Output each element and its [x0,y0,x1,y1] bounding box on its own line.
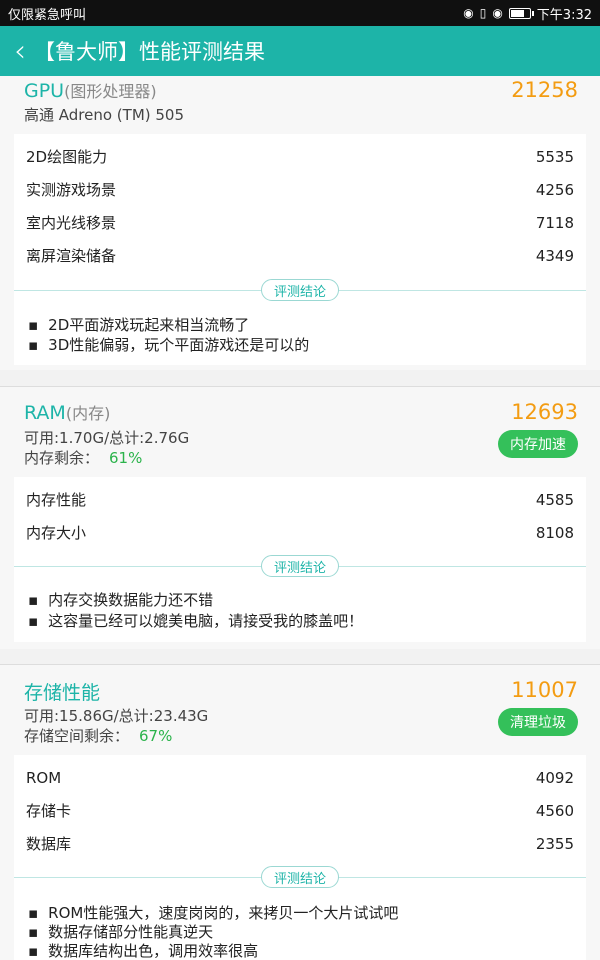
ram-title: RAM(内存) [24,400,110,424]
metric-name: ROM [26,768,62,787]
conclusion-item: 这容量已经可以媲美电脑，请接受我的膝盖吧！ [28,610,363,631]
ram-capacity: 可用:1.70G/总计:2.76G [24,429,190,447]
storage-title: 存储性能 [24,682,101,704]
ram-header: RAM(内存) 可用:1.70G/总计:2.76G 内存剩余： 61% 12693… [0,387,600,477]
gpu-score: 21258 [511,78,578,102]
ram-title-main: RAM [24,402,66,424]
metric-name: 内存大小 [26,524,87,542]
storage-remaining: 存储空间剩余： 67% [24,725,172,746]
conclusion-item: ROM性能强大，速度岗岗的，来拷贝一个大片试试吧 [28,902,398,923]
metric-row: 存储卡 4560 [14,794,586,827]
metric-name: 室内光线移景 [26,214,117,232]
storage-score: 11007 [511,678,578,702]
clean-junk-button[interactable]: 清理垃圾 [498,708,578,736]
storage-remaining-label: 存储空间剩余： [24,727,130,745]
metric-row: 2D绘图能力 5535 [14,140,586,173]
metric-name: 数据库 [26,835,72,853]
ram-section: RAM(内存) 可用:1.70G/总计:2.76G 内存剩余： 61% 12693… [0,387,600,649]
ram-remaining-value: 61% [109,449,143,467]
status-bar: 仅限紧急呼叫 ◉ ▯ ◉ 下午3:32 [0,0,600,26]
conclusion-item: 数据存储部分性能真逆天 [28,921,213,942]
storage-section: 存储性能 可用:15.86G/总计:23.43G 存储空间剩余： 67% 1100… [0,665,600,960]
status-icons: ◉ ▯ ◉ 下午3:32 [463,4,592,23]
metric-value: 7118 [535,213,574,232]
gpu-title: GPU(图形处理器) [24,78,157,102]
conclusion-tag: 评测结论 [261,555,339,577]
conclusion-item: 数据库结构出色，调用效率很高 [28,940,258,960]
status-text: 仅限紧急呼叫 [8,7,87,23]
metric-value: 4560 [535,801,574,820]
conclusion-tag: 评测结论 [261,866,339,888]
app-bar: ‹ 【鲁大师】性能评测结果 [0,26,600,76]
metric-name: 离屏渲染储备 [26,247,117,265]
wifi-icon: ◉ [492,6,503,20]
metric-row: 离屏渲染储备 4349 [14,239,586,272]
metric-value: 8108 [535,523,574,542]
ram-metrics-card: 内存性能 4585 内存大小 8108 评测结论 内存交换数据能力还不错 这容量已经… [14,477,586,642]
ram-score: 12693 [511,400,578,424]
gpu-title-sub: (图形处理器) [64,82,157,101]
conclusion-item: 2D平面游戏玩起来相当流畅了 [28,314,249,335]
vibrate-icon: ▯ [479,6,487,20]
storage-metrics-card: ROM 4092 存储卡 4560 数据库 2355 评测结论 ROM性能强大，速度岗… [14,755,586,960]
memory-boost-button[interactable]: 内存加速 [498,430,578,458]
gpu-header: GPU(图形处理器) 高通 Adreno (TM) 505 21258 [0,76,600,134]
metric-value: 4256 [535,180,574,199]
page-title: 【鲁大师】性能评测结果 [34,40,265,64]
gpu-model: 高通 Adreno (TM) 505 [24,106,185,124]
incognito-icon: ◉ [463,6,474,20]
metric-row: 室内光线移景 7118 [14,206,586,239]
metric-name: 实测游戏场景 [26,181,117,199]
conclusion-item: 内存交换数据能力还不错 [28,589,213,610]
gpu-metrics-card: 2D绘图能力 5535 实测游戏场景 4256 室内光线移景 7118 离屏渲染储备 4… [14,134,586,365]
gpu-section: GPU(图形处理器) 高通 Adreno (TM) 505 21258 2D绘图… [0,76,600,370]
storage-remaining-value: 67% [139,727,173,745]
metric-row: 数据库 2355 [14,827,586,860]
ram-remaining: 内存剩余： 61% [24,447,142,468]
metric-value: 4349 [535,246,574,265]
battery-level [510,9,524,17]
metric-row: 实测游戏场景 4256 [14,173,586,206]
metric-name: 2D绘图能力 [26,148,108,166]
metric-value: 5535 [535,147,574,166]
metric-row: 内存大小 8108 [14,516,586,549]
metric-value: 4092 [535,768,574,787]
metric-row: 内存性能 4585 [14,483,586,516]
battery-icon [508,7,534,19]
conclusion-item: 3D性能偏弱，玩个平面游戏还是可以的 [28,334,309,355]
ram-title-sub: (内存) [65,404,111,423]
metric-value: 2355 [535,834,574,853]
metric-name: 内存性能 [26,491,87,509]
storage-capacity: 可用:15.86G/总计:23.43G [24,707,209,725]
metric-row: ROM 4092 [14,761,586,794]
status-time: 下午3:32 [536,7,592,23]
ram-remaining-label: 内存剩余： [24,449,100,467]
gpu-title-main: GPU [24,80,65,102]
storage-header: 存储性能 可用:15.86G/总计:23.43G 存储空间剩余： 67% 1100… [0,665,600,755]
metric-value: 4585 [535,490,574,509]
result-content[interactable]: GPU(图形处理器) 高通 Adreno (TM) 505 21258 2D绘图… [0,76,600,960]
metric-name: 存储卡 [26,802,72,820]
conclusion-tag: 评测结论 [261,279,339,301]
